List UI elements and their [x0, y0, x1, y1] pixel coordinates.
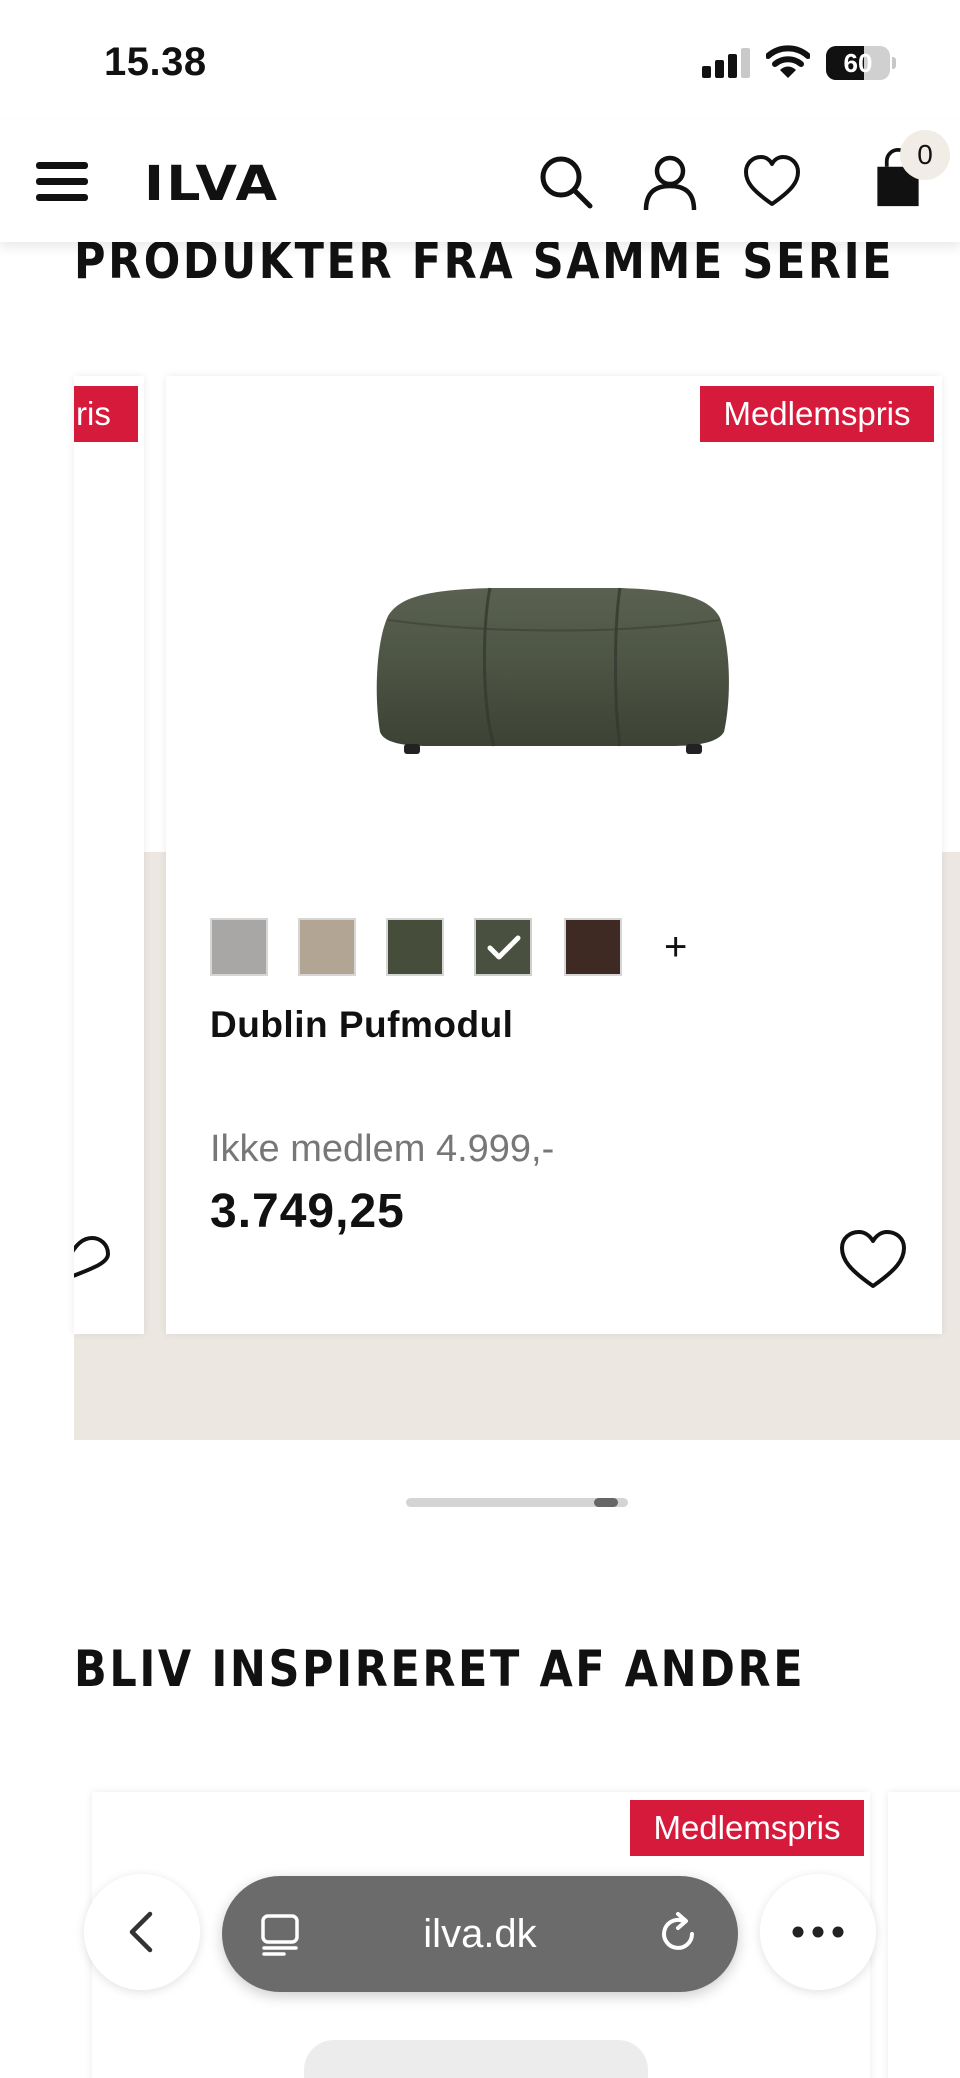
- inspiration-image-partial: [304, 2040, 648, 2078]
- back-icon: [129, 1911, 153, 1953]
- status-time: 15.38: [104, 40, 207, 84]
- more-colors-button[interactable]: +: [664, 922, 687, 972]
- address-bar[interactable]: ilva.dk: [222, 1876, 738, 1992]
- back-button[interactable]: [84, 1874, 200, 1990]
- more-button[interactable]: [760, 1874, 876, 1990]
- search-icon[interactable]: [536, 152, 596, 212]
- non-member-price: Ikke medlem 4.999,-: [210, 1128, 555, 1170]
- battery-level: 60: [843, 48, 873, 78]
- site-header: ILVA: [0, 120, 960, 242]
- account-icon[interactable]: [640, 152, 700, 212]
- color-swatch[interactable]: [298, 918, 356, 976]
- heart-icon[interactable]: [742, 152, 802, 212]
- ilva-logo[interactable]: ILVA: [144, 156, 279, 212]
- color-swatch[interactable]: [564, 918, 622, 976]
- member-price-badge: Medlemspris: [700, 386, 934, 442]
- previous-card-badge: ris: [74, 386, 138, 442]
- battery-icon: 60: [826, 46, 896, 80]
- color-swatch[interactable]: [386, 918, 444, 976]
- menu-icon[interactable]: [36, 160, 88, 204]
- product-image[interactable]: [370, 576, 736, 758]
- previous-product-card[interactable]: ris: [74, 376, 144, 1334]
- cellular-signal-icon: [702, 48, 750, 78]
- wishlist-heart-icon[interactable]: [838, 1228, 908, 1290]
- reload-icon[interactable]: [654, 1910, 702, 1958]
- inspiration-member-price-badge: Medlemspris: [630, 1800, 864, 1856]
- member-price: 3.749,25: [210, 1185, 405, 1238]
- color-swatch[interactable]: [474, 918, 532, 976]
- wifi-icon: [766, 45, 810, 78]
- more-icon: [792, 1926, 844, 1938]
- cart-count-badge: 0: [900, 130, 950, 180]
- status-bar: 15.38 60: [0, 0, 960, 120]
- inspire-section-title: BLIV INSPIRERET AF ANDRE: [74, 1640, 806, 1698]
- color-swatch[interactable]: [210, 918, 268, 976]
- carousel-scroll-indicator[interactable]: [406, 1498, 628, 1507]
- next-inspiration-card[interactable]: [888, 1792, 960, 2078]
- product-name[interactable]: Dublin Pufmodul: [210, 1004, 513, 1046]
- carousel-scroll-thumb[interactable]: [594, 1498, 619, 1507]
- previous-card-wishlist-icon[interactable]: [74, 1234, 114, 1296]
- checkmark-icon: [487, 935, 521, 960]
